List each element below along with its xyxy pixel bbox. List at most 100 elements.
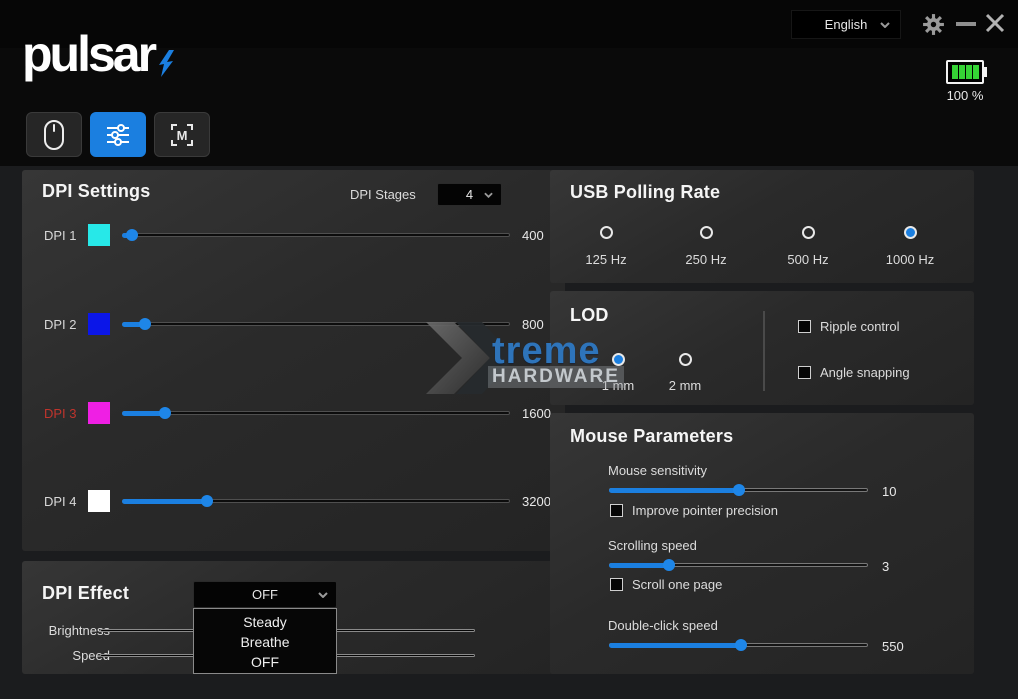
lod-title: LOD bbox=[570, 305, 609, 326]
battery-indicator: 100 % bbox=[942, 60, 988, 103]
dpi-stages-label: DPI Stages bbox=[350, 187, 416, 202]
slider-handle[interactable] bbox=[201, 495, 213, 507]
minimize-icon[interactable] bbox=[956, 22, 976, 26]
angle-snapping-row: Angle snapping bbox=[798, 365, 910, 380]
dpi-color-swatch[interactable] bbox=[88, 313, 110, 335]
mouse-sensitivity-value: 10 bbox=[882, 484, 942, 499]
lod-label: 1 mm bbox=[588, 378, 648, 393]
brightness-label: Brightness bbox=[30, 623, 110, 638]
close-icon[interactable] bbox=[984, 12, 1006, 34]
lod-panel: LOD 1 mm 2 mm Ripple control Angle snapp… bbox=[550, 291, 974, 405]
usb-polling-rate-panel: USB Polling Rate 125 Hz 250 Hz 500 Hz 10… bbox=[550, 170, 974, 283]
mouse-sensitivity-slider[interactable] bbox=[609, 483, 868, 497]
polling-label: 1000 Hz bbox=[864, 252, 956, 267]
usb-polling-rate-title: USB Polling Rate bbox=[570, 182, 720, 203]
dpi-row-1: DPI 1 400 bbox=[22, 224, 565, 246]
language-select[interactable]: English bbox=[791, 10, 901, 39]
dpi-row-2: DPI 2 800 bbox=[22, 313, 565, 335]
speed-label: Speed bbox=[30, 648, 110, 663]
polling-option-125: 125 Hz bbox=[560, 226, 652, 267]
slider-track bbox=[122, 233, 510, 237]
double-click-speed-label: Double-click speed bbox=[608, 618, 718, 633]
battery-percent: 100 % bbox=[942, 88, 988, 103]
scrolling-speed-slider[interactable] bbox=[609, 558, 868, 572]
dropdown-option-breathe[interactable]: Breathe bbox=[194, 632, 336, 652]
pulsar-logo: pulsar bbox=[22, 26, 174, 82]
tab-bar: M bbox=[26, 112, 210, 157]
dropdown-option-off[interactable]: OFF bbox=[194, 652, 336, 672]
dpi-row-3: DPI 3 1600 bbox=[22, 402, 565, 424]
ripple-control-row: Ripple control bbox=[798, 319, 900, 334]
ripple-control-checkbox[interactable] bbox=[798, 320, 811, 333]
radio-500hz[interactable] bbox=[802, 226, 815, 239]
slider-fill bbox=[122, 499, 207, 504]
slider-handle[interactable] bbox=[139, 318, 151, 330]
content-area: DPI Settings DPI Stages 4 DPI 1 400 DPI … bbox=[0, 166, 1018, 699]
lod-option-1mm: 1 mm bbox=[588, 353, 648, 393]
radio-250hz[interactable] bbox=[700, 226, 713, 239]
dpi-slider[interactable] bbox=[122, 317, 510, 331]
lod-option-2mm: 2 mm bbox=[655, 353, 715, 393]
slider-handle[interactable] bbox=[733, 484, 745, 496]
slider-track bbox=[122, 322, 510, 326]
angle-snapping-label: Angle snapping bbox=[820, 365, 910, 380]
dpi-slider[interactable] bbox=[122, 228, 510, 242]
radio-1mm[interactable] bbox=[612, 353, 625, 366]
dpi-settings-panel: DPI Settings DPI Stages 4 DPI 1 400 DPI … bbox=[22, 170, 565, 551]
polling-label: 500 Hz bbox=[762, 252, 854, 267]
dpi-row-label: DPI 4 bbox=[44, 494, 88, 509]
slider-fill bbox=[609, 563, 669, 568]
sliders-icon bbox=[104, 121, 132, 149]
polling-label: 250 Hz bbox=[660, 252, 752, 267]
tab-macro[interactable]: M bbox=[154, 112, 210, 157]
radio-1000hz[interactable] bbox=[904, 226, 917, 239]
dpi-effect-title: DPI Effect bbox=[42, 583, 129, 604]
double-click-speed-slider[interactable] bbox=[609, 638, 868, 652]
improve-pointer-precision-checkbox[interactable] bbox=[610, 504, 623, 517]
dpi-color-swatch[interactable] bbox=[88, 402, 110, 424]
tab-mouse[interactable] bbox=[26, 112, 82, 157]
scroll-one-page-checkbox[interactable] bbox=[610, 578, 623, 591]
header: English bbox=[0, 0, 1018, 166]
radio-125hz[interactable] bbox=[600, 226, 613, 239]
chevron-down-icon bbox=[318, 592, 328, 598]
slider-handle[interactable] bbox=[663, 559, 675, 571]
gear-icon[interactable] bbox=[921, 12, 946, 37]
dropdown-option-steady[interactable]: Steady bbox=[194, 612, 336, 632]
slider-fill bbox=[609, 643, 741, 648]
battery-icon bbox=[946, 60, 984, 84]
polling-option-500: 500 Hz bbox=[762, 226, 854, 267]
ripple-control-label: Ripple control bbox=[820, 319, 900, 334]
language-select-value: English bbox=[825, 17, 868, 32]
angle-snapping-checkbox[interactable] bbox=[798, 366, 811, 379]
tab-performance[interactable] bbox=[90, 112, 146, 157]
dpi-stages-value: 4 bbox=[466, 187, 473, 202]
slider-handle[interactable] bbox=[735, 639, 747, 651]
scroll-one-page-row: Scroll one page bbox=[610, 577, 722, 592]
slider-fill bbox=[609, 488, 739, 493]
dpi-color-swatch[interactable] bbox=[88, 490, 110, 512]
slider-handle[interactable] bbox=[159, 407, 171, 419]
lod-label: 2 mm bbox=[655, 378, 715, 393]
dpi-effect-select[interactable]: OFF bbox=[193, 581, 337, 608]
macro-icon: M bbox=[168, 121, 196, 149]
dpi-slider[interactable] bbox=[122, 406, 510, 420]
dpi-stages-select[interactable]: 4 bbox=[437, 183, 502, 206]
app-window: English bbox=[0, 0, 1018, 699]
divider bbox=[763, 311, 765, 391]
dpi-slider[interactable] bbox=[122, 494, 510, 508]
radio-2mm[interactable] bbox=[679, 353, 692, 366]
scroll-one-page-label: Scroll one page bbox=[632, 577, 722, 592]
svg-text:M: M bbox=[177, 128, 188, 143]
mouse-parameters-title: Mouse Parameters bbox=[570, 426, 733, 447]
dpi-color-swatch[interactable] bbox=[88, 224, 110, 246]
lightning-bolt-icon bbox=[158, 50, 174, 78]
slider-handle[interactable] bbox=[126, 229, 138, 241]
dpi-settings-title: DPI Settings bbox=[42, 181, 150, 202]
dpi-row-4: DPI 4 3200 bbox=[22, 490, 565, 512]
scrolling-speed-value: 3 bbox=[882, 559, 942, 574]
slider-track bbox=[122, 411, 510, 415]
mouse-sensitivity-label: Mouse sensitivity bbox=[608, 463, 707, 478]
improve-pointer-precision-label: Improve pointer precision bbox=[632, 503, 778, 518]
pointer-precision-row: Improve pointer precision bbox=[610, 503, 778, 518]
